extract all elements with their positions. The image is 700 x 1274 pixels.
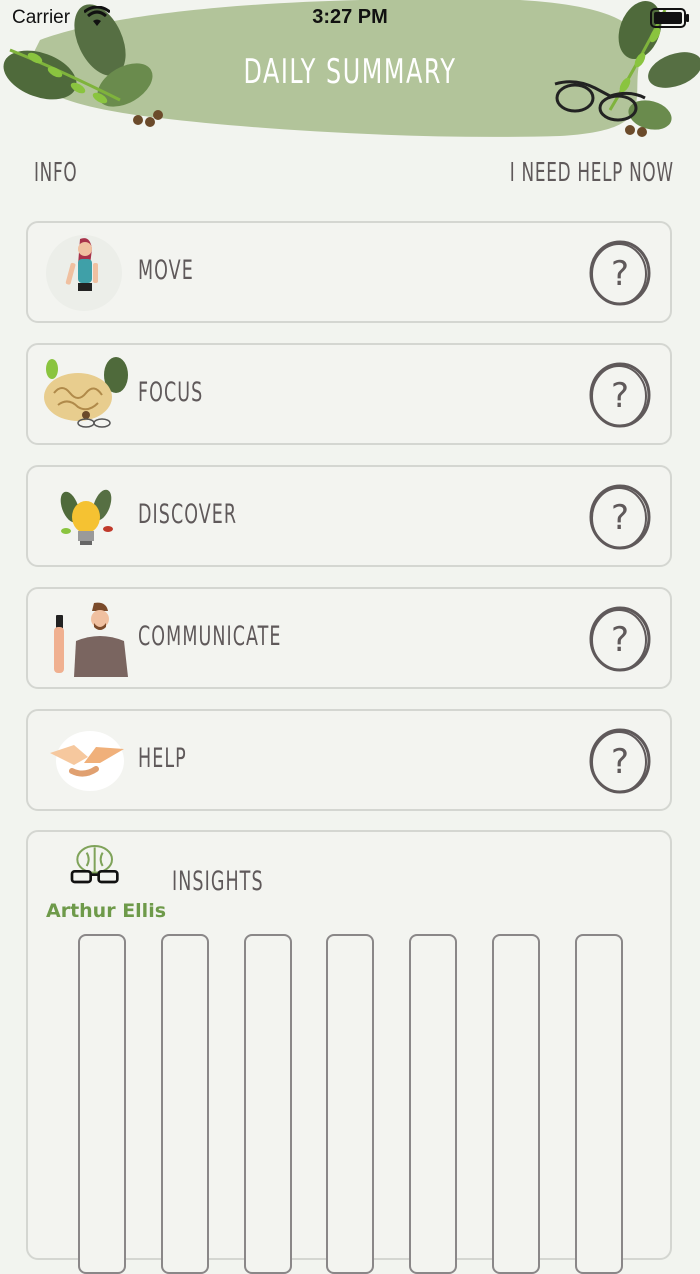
- insight-bar: [326, 934, 375, 1274]
- lightbulb-icon: [60, 489, 113, 545]
- question-icon[interactable]: ?: [588, 361, 652, 429]
- question-icon[interactable]: ?: [588, 605, 652, 673]
- insight-bar: [160, 934, 209, 1274]
- insight-bar: [574, 934, 623, 1274]
- question-icon[interactable]: ?: [588, 239, 652, 307]
- card-discover[interactable]: DISCOVER ?: [26, 465, 672, 567]
- man-with-phone-icon: [54, 602, 128, 677]
- help-now-link[interactable]: I NEED HELP NOW: [510, 158, 674, 188]
- card-help[interactable]: HELP ?: [26, 709, 672, 811]
- nav-row: INFO I NEED HELP NOW: [0, 158, 700, 198]
- insight-bar: [243, 934, 292, 1274]
- brain-icon: [44, 357, 128, 428]
- handshake-icon: [50, 731, 124, 791]
- brain-glasses-logo-icon: [70, 845, 119, 884]
- card-move[interactable]: MOVE ?: [26, 221, 672, 323]
- card-label: MOVE: [138, 255, 194, 286]
- battery-icon: [650, 8, 689, 28]
- svg-text:?: ?: [611, 620, 629, 660]
- card-label: FOCUS: [138, 377, 204, 408]
- card-label: DISCOVER: [138, 499, 238, 530]
- logo-text: Arthur Ellis: [46, 900, 167, 922]
- insight-bar: [492, 934, 540, 1274]
- svg-text:?: ?: [611, 376, 629, 416]
- woman-figure-icon: [46, 235, 122, 311]
- question-icon[interactable]: ?: [588, 483, 652, 551]
- info-link[interactable]: INFO: [34, 158, 77, 188]
- question-icon[interactable]: ?: [588, 727, 652, 795]
- card-communicate[interactable]: COMMUNICATE ?: [26, 587, 672, 689]
- svg-text:?: ?: [611, 742, 629, 782]
- status-bar: Carrier 3:27 PM: [0, 0, 700, 36]
- insight-bar: [78, 934, 126, 1274]
- card-label: HELP: [138, 743, 187, 774]
- insights-card[interactable]: Arthur Ellis INSIGHTS: [26, 830, 672, 1274]
- page-title: DAILY SUMMARY: [243, 52, 457, 92]
- insight-bar: [409, 934, 458, 1274]
- clock: 3:27 PM: [312, 6, 388, 28]
- insights-label: INSIGHTS: [172, 866, 264, 897]
- svg-text:?: ?: [611, 254, 629, 294]
- card-focus[interactable]: FOCUS ?: [26, 343, 672, 445]
- svg-text:?: ?: [611, 498, 629, 538]
- card-label: COMMUNICATE: [138, 621, 282, 652]
